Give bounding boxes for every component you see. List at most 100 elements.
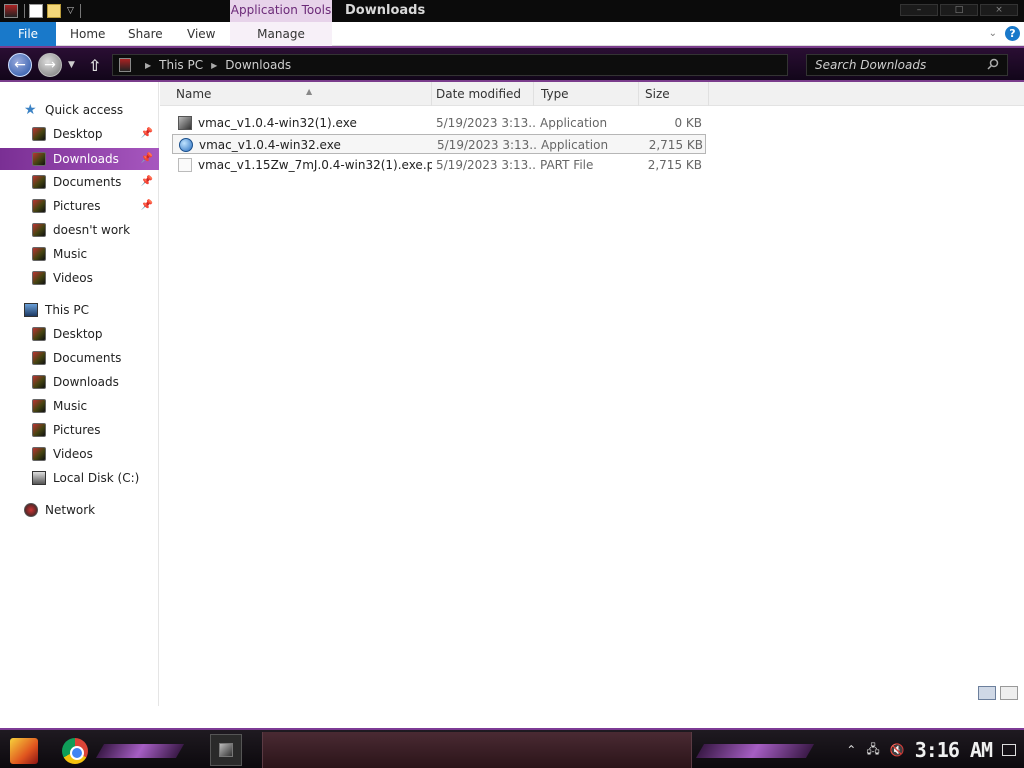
desktop-folder-icon xyxy=(32,327,46,341)
show-hidden-icons-icon[interactable]: ⌃ xyxy=(846,743,856,757)
file-size: 2,715 KB xyxy=(648,138,703,152)
customize-qat-icon[interactable]: ▽ xyxy=(67,6,74,16)
explorer-icon[interactable] xyxy=(4,4,18,18)
sidebar-item-quick-access[interactable]: ★ Quick access xyxy=(0,99,159,121)
sidebar-item-downloads[interactable]: Downloads 📌 xyxy=(0,148,159,170)
sidebar-item-network[interactable]: Network xyxy=(0,499,159,521)
pin-icon[interactable]: 📌 xyxy=(141,153,153,164)
sidebar-item-label: doesn't work xyxy=(53,223,131,237)
pictures-folder-icon xyxy=(32,199,46,213)
toolbar-divider xyxy=(79,4,81,18)
ribbon-controls: ⌄ ? xyxy=(989,26,1020,41)
sidebar-item-pc-music[interactable]: Music xyxy=(0,395,159,417)
details-view-icon[interactable] xyxy=(978,686,996,700)
sidebar-item-label: Quick access xyxy=(45,103,124,117)
sidebar-item-label: Pictures xyxy=(53,199,101,213)
quick-access-toolbar: ▽ xyxy=(0,0,81,22)
pin-icon[interactable]: 📌 xyxy=(141,128,153,139)
close-button[interactable]: × xyxy=(980,4,1018,16)
help-icon[interactable]: ? xyxy=(1005,26,1020,41)
network-icon xyxy=(24,503,38,517)
file-name: vmac_v1.0.4-win32(1).exe xyxy=(198,116,357,130)
sidebar-item-music[interactable]: Music xyxy=(0,243,159,265)
forward-button[interactable]: → xyxy=(38,53,62,77)
sidebar-item-local-disk[interactable]: Local Disk (C:) xyxy=(0,467,159,489)
sidebar-item-documents[interactable]: Documents 📌 xyxy=(0,171,159,193)
file-name: vmac_v1.15Zw_7mJ.0.4-win32(1).exe.part xyxy=(198,158,432,172)
sort-ascending-icon: ▲ xyxy=(306,87,313,96)
column-name[interactable]: Name ▲ xyxy=(170,82,432,106)
sidebar-item-pc-desktop[interactable]: Desktop xyxy=(0,323,159,345)
sidebar-item-label: Downloads xyxy=(53,375,119,389)
pin-icon[interactable]: 📌 xyxy=(141,176,153,187)
tab-view[interactable]: View xyxy=(187,22,215,46)
sidebar-item-label: This PC xyxy=(45,303,89,317)
breadcrumb-downloads[interactable]: Downloads xyxy=(225,58,291,72)
sidebar-item-pc-downloads[interactable]: Downloads xyxy=(0,371,159,393)
pictures-folder-icon xyxy=(32,423,46,437)
properties-icon[interactable] xyxy=(29,4,43,18)
music-folder-icon xyxy=(32,247,46,261)
file-size: 2,715 KB xyxy=(647,158,702,172)
file-row-selected[interactable]: vmac_v1.0.4-win32.exe 5/19/2023 3:13... … xyxy=(172,134,706,154)
sidebar-item-label: Desktop xyxy=(53,327,103,341)
taskbar-app-button[interactable] xyxy=(210,734,242,766)
up-arrow-icon[interactable]: ⇧ xyxy=(88,56,101,75)
videos-folder-icon xyxy=(32,447,46,461)
breadcrumb-separator-icon[interactable]: ▶ xyxy=(211,61,217,70)
file-type: Application xyxy=(540,116,608,130)
search-input[interactable]: Search Downloads xyxy=(806,54,1008,76)
navigation-pane: ★ Quick access Desktop 📌 Downloads 📌 Doc… xyxy=(0,82,159,706)
large-icons-view-icon[interactable] xyxy=(1000,686,1018,700)
search-icon[interactable] xyxy=(987,58,999,70)
breadcrumb-separator-icon[interactable]: ▶ xyxy=(145,61,151,70)
breadcrumb-this-pc[interactable]: This PC xyxy=(159,58,203,72)
file-list-pane: Name ▲ Date modified Type Size vmac_v1.0… xyxy=(160,82,1024,706)
tab-file[interactable]: File xyxy=(0,22,56,46)
tab-home[interactable]: Home xyxy=(70,22,105,46)
desktop-folder-icon xyxy=(32,127,46,141)
taskbar-panel xyxy=(262,732,692,768)
drive-icon xyxy=(32,471,46,485)
recent-locations-chevron-icon[interactable]: ▼ xyxy=(68,60,75,70)
folder-icon xyxy=(32,223,46,237)
sidebar-item-label: Music xyxy=(53,247,88,261)
sidebar-item-videos[interactable]: Videos xyxy=(0,267,159,289)
volume-muted-icon[interactable]: 🔇 xyxy=(890,743,905,757)
minimize-button[interactable]: – xyxy=(900,4,938,16)
maximize-button[interactable]: □ xyxy=(940,4,978,16)
tab-manage[interactable]: Manage xyxy=(230,22,332,46)
sidebar-item-doesnt-work[interactable]: doesn't work xyxy=(0,219,159,241)
chrome-icon[interactable] xyxy=(62,738,88,764)
sidebar-item-pc-documents[interactable]: Documents xyxy=(0,347,159,369)
address-bar[interactable]: ▶ This PC ▶ Downloads xyxy=(112,54,788,76)
file-name: vmac_v1.0.4-win32.exe xyxy=(199,138,341,152)
sidebar-item-pc-pictures[interactable]: Pictures xyxy=(0,419,159,441)
file-date: 5/19/2023 3:13... xyxy=(436,158,536,172)
sidebar-item-label: Desktop xyxy=(53,127,103,141)
pin-icon[interactable]: 📌 xyxy=(141,200,153,211)
sidebar-item-desktop[interactable]: Desktop 📌 xyxy=(0,123,159,145)
column-date-modified[interactable]: Date modified xyxy=(430,82,534,106)
sidebar-item-this-pc[interactable]: This PC xyxy=(0,299,159,321)
file-row[interactable]: vmac_v1.0.4-win32(1).exe 5/19/2023 3:13.… xyxy=(172,113,706,133)
new-folder-icon[interactable] xyxy=(47,4,61,18)
column-size[interactable]: Size xyxy=(639,82,709,106)
expand-ribbon-icon[interactable]: ⌄ xyxy=(989,28,997,39)
start-button[interactable] xyxy=(10,738,38,764)
network-status-icon[interactable]: 🖧 xyxy=(866,740,879,761)
notification-center-icon[interactable] xyxy=(1002,744,1016,756)
window-controls: – □ × xyxy=(900,4,1018,16)
clock[interactable]: 3:16 AM xyxy=(915,738,993,762)
part-file-icon xyxy=(178,158,192,172)
file-row[interactable]: vmac_v1.15Zw_7mJ.0.4-win32(1).exe.part 5… xyxy=(172,155,706,175)
file-size: 0 KB xyxy=(674,116,702,130)
downloads-folder-icon xyxy=(119,58,131,72)
sidebar-item-pictures[interactable]: Pictures 📌 xyxy=(0,195,159,217)
file-date: 5/19/2023 3:13... xyxy=(436,116,536,130)
file-type: PART File xyxy=(540,158,594,172)
column-type[interactable]: Type xyxy=(535,82,639,106)
tab-share[interactable]: Share xyxy=(128,22,163,46)
back-button[interactable]: ← xyxy=(8,53,32,77)
sidebar-item-pc-videos[interactable]: Videos xyxy=(0,443,159,465)
